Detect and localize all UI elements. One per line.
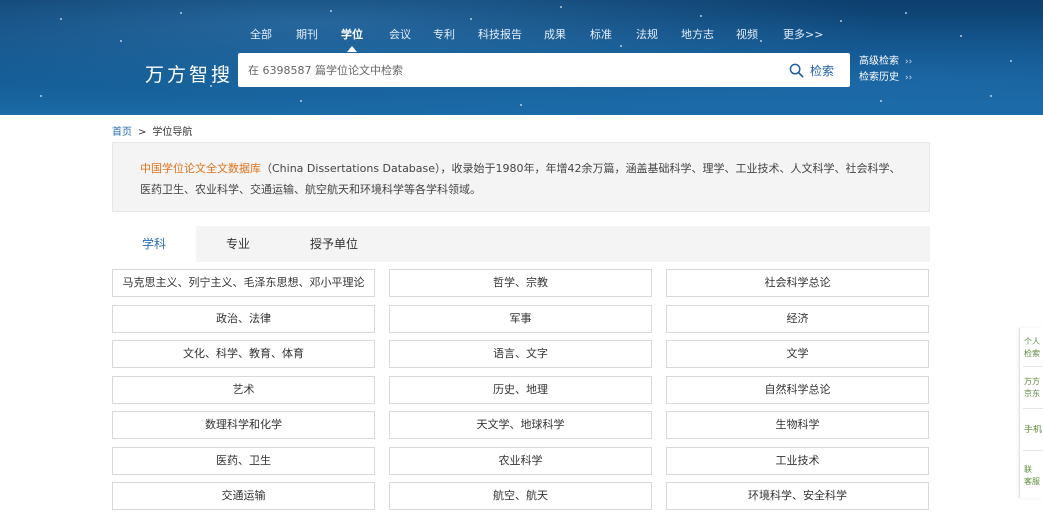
nav-item-more[interactable]: 更多>> [783, 26, 823, 42]
subject-item[interactable]: 经济 [666, 305, 929, 333]
breadcrumb-home[interactable]: 首页 [112, 127, 132, 138]
subject-item[interactable]: 军事 [389, 305, 652, 333]
nav-item-tech-report[interactable]: 科技报告 [478, 26, 522, 42]
chevron-right-icon: ›› [905, 57, 913, 67]
float-divider [1023, 450, 1043, 451]
subject-item[interactable]: 马克思主义、列宁主义、毛泽东思想、邓小平理论 [112, 269, 375, 297]
header-banner: 全部 期刊 学位 会议 专利 科技报告 成果 标准 法规 地方志 视频 更多>>… [0, 0, 1043, 115]
search-input[interactable] [248, 53, 768, 87]
star-dot [620, 45, 622, 47]
subject-item[interactable]: 社会科学总论 [666, 269, 929, 297]
advanced-search-label: 高级检索 [859, 56, 899, 67]
subject-item[interactable]: 农业科学 [389, 447, 652, 475]
float-item-personal[interactable]: 个人 [1024, 336, 1043, 347]
float-item-wanfang[interactable]: 万方 [1024, 376, 1043, 387]
breadcrumb-current: 学位导航 [152, 127, 193, 138]
nav-item-regulations[interactable]: 法规 [636, 26, 658, 42]
nav-item-video[interactable]: 视频 [736, 26, 758, 42]
search-icon [789, 63, 804, 77]
subject-item[interactable]: 自然科学总论 [666, 376, 929, 404]
float-item-search[interactable]: 检索 [1024, 348, 1043, 359]
star-dot [700, 15, 702, 17]
star-dot [330, 10, 332, 12]
navigation-tabs: 学科 专业 授予单位 [112, 226, 930, 262]
star-dot [300, 100, 302, 102]
breadcrumb-separator: > [138, 127, 147, 138]
tab-institution[interactable]: 授予单位 [280, 226, 388, 262]
subject-item[interactable]: 航空、航天 [389, 482, 652, 510]
star-dot [120, 40, 122, 42]
nav-item-journals[interactable]: 期刊 [296, 26, 318, 42]
database-name: 中国学位论文全文数据库 [140, 162, 261, 175]
float-item-mobile[interactable]: 手机 [1024, 425, 1043, 436]
tab-subject[interactable]: 学科 [112, 226, 196, 262]
float-item-contact[interactable]: 联 [1024, 464, 1043, 475]
floating-sidebar: 个人 检索 万方 京东 手机 联 客服 [1019, 328, 1043, 498]
star-dot [60, 18, 62, 20]
subject-item[interactable]: 文化、科学、教育、体育 [112, 340, 375, 368]
float-item-service[interactable]: 客服 [1024, 476, 1043, 487]
star-dot [520, 104, 522, 106]
subject-item[interactable]: 文学 [666, 340, 929, 368]
star-dot [960, 35, 962, 37]
star-dot [40, 95, 42, 97]
search-history-label: 检索历史 [859, 72, 899, 83]
star-dot [905, 12, 907, 14]
subject-item[interactable]: 生物科学 [666, 411, 929, 439]
search-box: 检索 [238, 53, 850, 87]
float-item-jd[interactable]: 京东 [1024, 388, 1043, 399]
search-button-label: 检索 [809, 63, 834, 78]
nav-item-patent[interactable]: 专利 [433, 26, 455, 42]
subject-item[interactable]: 环境科学、安全科学 [666, 482, 929, 510]
star-dot [880, 100, 882, 102]
subject-item[interactable]: 医药、卫生 [112, 447, 375, 475]
subject-item[interactable]: 工业技术 [666, 447, 929, 475]
search-history-link[interactable]: 检索历史 ›› [859, 70, 912, 86]
star-dot [1010, 60, 1012, 62]
nav-item-standards[interactable]: 标准 [590, 26, 612, 42]
search-side-links: 高级检索 ›› 检索历史 ›› [859, 54, 912, 86]
search-button[interactable]: 检索 [789, 61, 834, 79]
site-logo[interactable]: 万方智搜 [145, 60, 233, 87]
tab-major[interactable]: 专业 [196, 226, 280, 262]
subject-item[interactable]: 数理科学和化学 [112, 411, 375, 439]
subject-item[interactable]: 哲学、宗教 [389, 269, 652, 297]
nav-item-degree[interactable]: 学位 [341, 26, 363, 52]
star-dot [760, 40, 762, 42]
subject-item[interactable]: 历史、地理 [389, 376, 652, 404]
subject-item[interactable]: 交通运输 [112, 482, 375, 510]
nav-item-all[interactable]: 全部 [250, 26, 272, 42]
advanced-search-link[interactable]: 高级检索 ›› [859, 54, 912, 70]
star-dot [180, 12, 182, 14]
subject-item[interactable]: 语言、文字 [389, 340, 652, 368]
chevron-right-icon: ›› [905, 73, 913, 83]
breadcrumb: 首页 > 学位导航 [112, 123, 192, 138]
subject-item[interactable]: 天文学、地球科学 [389, 411, 652, 439]
subject-item[interactable]: 艺术 [112, 376, 375, 404]
subject-item[interactable]: 政治、法律 [112, 305, 375, 333]
star-dot [990, 95, 992, 97]
star-dot [840, 20, 842, 22]
nav-item-achievements[interactable]: 成果 [544, 26, 566, 42]
nav-item-local-chronicles[interactable]: 地方志 [681, 26, 714, 42]
star-dot [560, 6, 562, 8]
float-divider [1023, 366, 1043, 367]
float-divider [1023, 408, 1043, 409]
star-dot [470, 18, 472, 20]
nav-item-conference[interactable]: 会议 [389, 26, 411, 42]
database-intro: 中国学位论文全文数据库（China Dissertations Database… [112, 142, 930, 212]
